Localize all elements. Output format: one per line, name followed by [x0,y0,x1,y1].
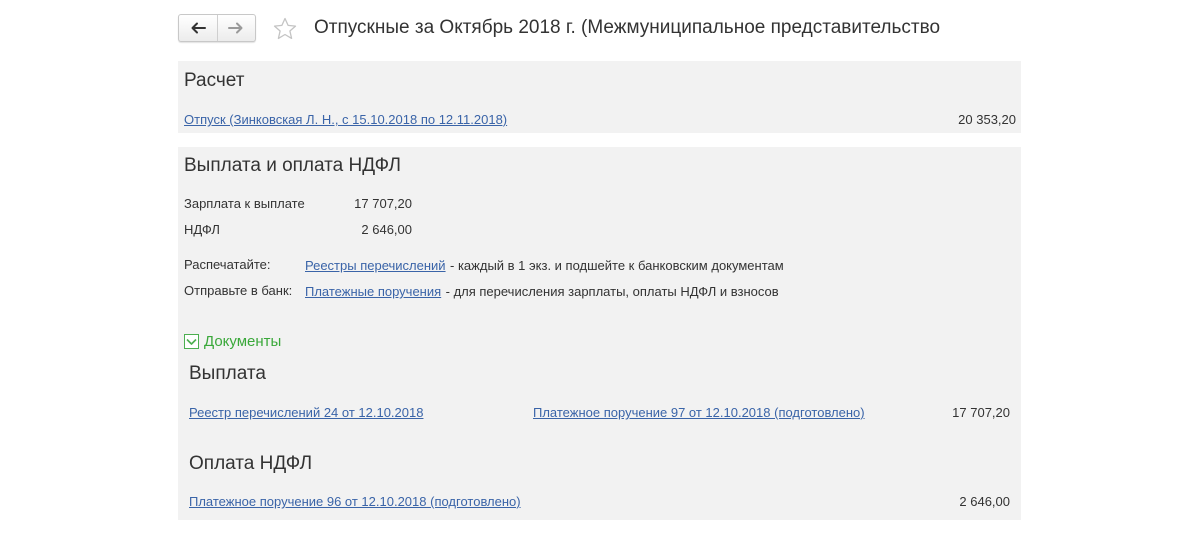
ndfl-payment-title: Оплата НДФЛ [189,453,313,474]
print-note: - каждый в 1 экз. и подшейте к банковски… [450,258,784,273]
transfer-registers-link[interactable]: Реестры перечислений [305,258,446,273]
send-label: Отправьте в банк: [184,283,293,298]
page-title: Отпускные за Октябрь 2018 г. (Межмуницип… [314,17,941,38]
payout-title: Выплата [189,363,266,384]
salary-payable-label: Зарплата к выплате [184,196,305,211]
vacation-amount: 20 353,20 [958,112,1016,127]
calculation-title: Расчет [184,70,245,91]
forward-button[interactable] [216,15,256,41]
back-button[interactable] [179,15,217,41]
send-line: Платежные поручения - для перечисления з… [305,283,779,301]
chevron-down-icon [186,338,197,345]
ndfl-value: 2 646,00 [361,222,412,237]
payout-amount: 17 707,20 [952,405,1010,420]
print-line: Реестры перечислений - каждый в 1 экз. и… [305,257,784,275]
ndfl-label: НДФЛ [184,222,220,237]
payment-title: Выплата и оплата НДФЛ [184,155,401,176]
checkbox[interactable] [184,334,199,349]
navigation-buttons [178,14,256,42]
send-note: - для перечисления зарплаты, оплаты НДФЛ… [445,284,779,299]
print-label: Распечатайте: [184,257,271,272]
payment-order-96-link[interactable]: Платежное поручение 96 от 12.10.2018 (по… [189,494,521,509]
documents-label: Документы [204,333,282,350]
vacation-document-link[interactable]: Отпуск (Зинковская Л. Н., с 15.10.2018 п… [184,112,507,127]
favorite-button[interactable] [272,16,298,42]
payment-orders-link[interactable]: Платежные поручения [305,284,441,299]
star-icon [273,17,297,40]
ndfl-payment-amount: 2 646,00 [959,494,1010,509]
transfer-register-link[interactable]: Реестр перечислений 24 от 12.10.2018 [189,405,423,420]
documents-toggle[interactable]: Документы [184,333,281,350]
salary-payable-value: 17 707,20 [354,196,412,211]
arrow-left-icon [191,22,206,34]
arrow-right-icon [228,22,243,34]
payment-order-97-link[interactable]: Платежное поручение 97 от 12.10.2018 (по… [533,405,865,420]
